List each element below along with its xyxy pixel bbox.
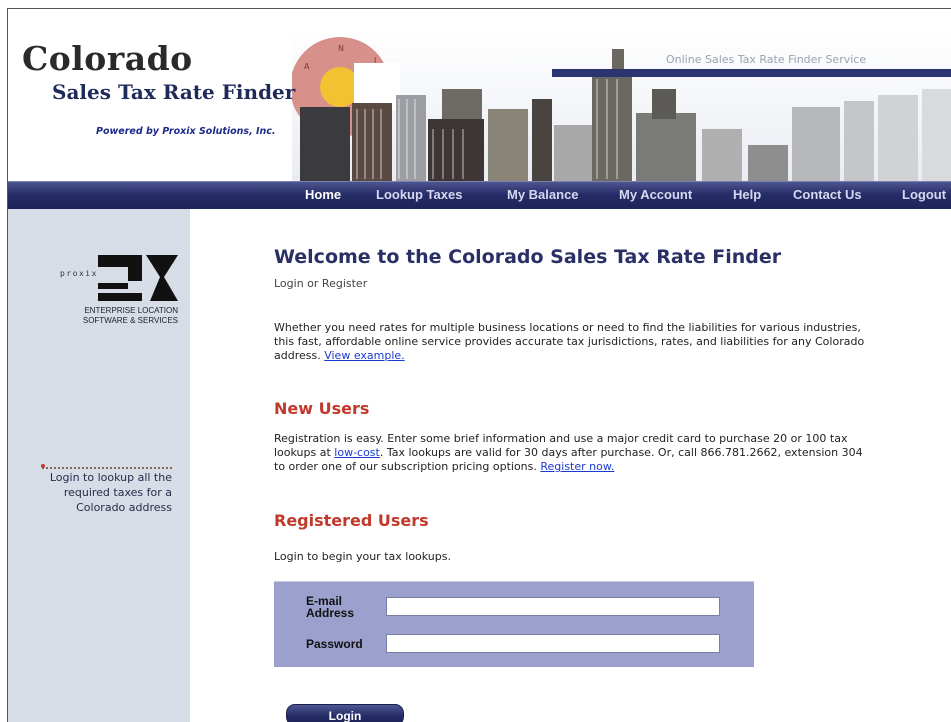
service-bar (552, 69, 951, 77)
nav-contact-us[interactable]: Contact Us (793, 187, 862, 202)
email-field[interactable] (386, 597, 720, 616)
denver-skyline-banner: N I A S (292, 29, 951, 181)
intro-line: Whether you need rates for multiple busi… (274, 321, 861, 334)
intro-line: address. View example. (274, 349, 951, 363)
intro-paragraph: Whether you need rates for multiple busi… (274, 321, 951, 363)
logo-title: Colorado (22, 39, 193, 78)
callout-line: Login to lookup all the (49, 471, 172, 484)
page-subtitle: Login or Register (274, 277, 368, 290)
svg-text:A: A (304, 62, 310, 71)
nav-home[interactable]: Home (305, 187, 341, 202)
nav-my-balance[interactable]: My Balance (507, 187, 579, 202)
red-dot-icon (41, 464, 45, 468)
powered-by-text: Powered by Proxix Solutions, Inc. (96, 126, 276, 137)
view-example-link[interactable]: View example. (324, 349, 404, 362)
new-users-heading: New Users (274, 399, 370, 418)
new-users-line: Registration is easy. Enter some brief i… (274, 432, 848, 445)
nav-lookup-taxes[interactable]: Lookup Taxes (376, 187, 462, 202)
sidebar-callout: Login to lookup all the required taxes f… (8, 470, 172, 515)
new-users-text: to order one of our subscription pricing… (274, 460, 541, 473)
registered-users-heading: Registered Users (274, 511, 429, 530)
svg-text:I: I (374, 56, 376, 65)
new-users-line: to order one of our subscription pricing… (274, 460, 951, 474)
service-label: Online Sales Tax Rate Finder Service (666, 53, 867, 66)
page-frame: N I A S (7, 8, 951, 722)
proxix-tagline: ENTERPRISE LOCATION SOFTWARE & SERVICES (8, 306, 178, 326)
login-button[interactable]: Login (286, 704, 404, 722)
new-users-text: . Tax lookups are valid for 30 days afte… (379, 446, 863, 459)
sidebar: proxix ENTERPRISE LOCATION SOFTWARE & SE… (8, 209, 190, 722)
intro-line: this fast, affordable online service pro… (274, 335, 865, 348)
registered-users-text: Login to begin your tax lookups. (274, 550, 451, 563)
login-form: E-mail Address Password (274, 581, 754, 667)
new-users-paragraph: Registration is easy. Enter some brief i… (274, 432, 951, 474)
tagline-line: SOFTWARE & SERVICES (82, 316, 178, 325)
svg-text:N: N (338, 44, 344, 53)
register-now-link[interactable]: Register now. (540, 460, 614, 473)
new-users-text: lookups at (274, 446, 335, 459)
password-label: Password (306, 637, 363, 651)
proxix-wordmark: proxix (60, 269, 98, 278)
logo-subtitle: Sales Tax Rate Finder (52, 80, 296, 104)
main-nav: Home Lookup Taxes My Balance My Account … (8, 181, 951, 209)
email-label-line: Address (306, 606, 355, 620)
site-header: N I A S (8, 9, 951, 181)
password-field[interactable] (386, 634, 720, 653)
new-users-line: lookups at low-cost. Tax lookups are val… (274, 446, 951, 460)
callout-line: Colorado address (76, 501, 172, 514)
nav-help[interactable]: Help (733, 187, 761, 202)
dotted-divider (42, 467, 172, 469)
low-cost-link[interactable]: low-cost (334, 446, 380, 459)
intro-text: address. (274, 349, 325, 362)
page-title: Welcome to the Colorado Sales Tax Rate F… (274, 246, 782, 268)
nav-my-account[interactable]: My Account (619, 187, 692, 202)
nav-logout[interactable]: Logout (902, 187, 946, 202)
email-label: E-mail Address (306, 595, 354, 619)
tagline-line: ENTERPRISE LOCATION (84, 306, 178, 315)
callout-line: required taxes for a (63, 486, 172, 499)
